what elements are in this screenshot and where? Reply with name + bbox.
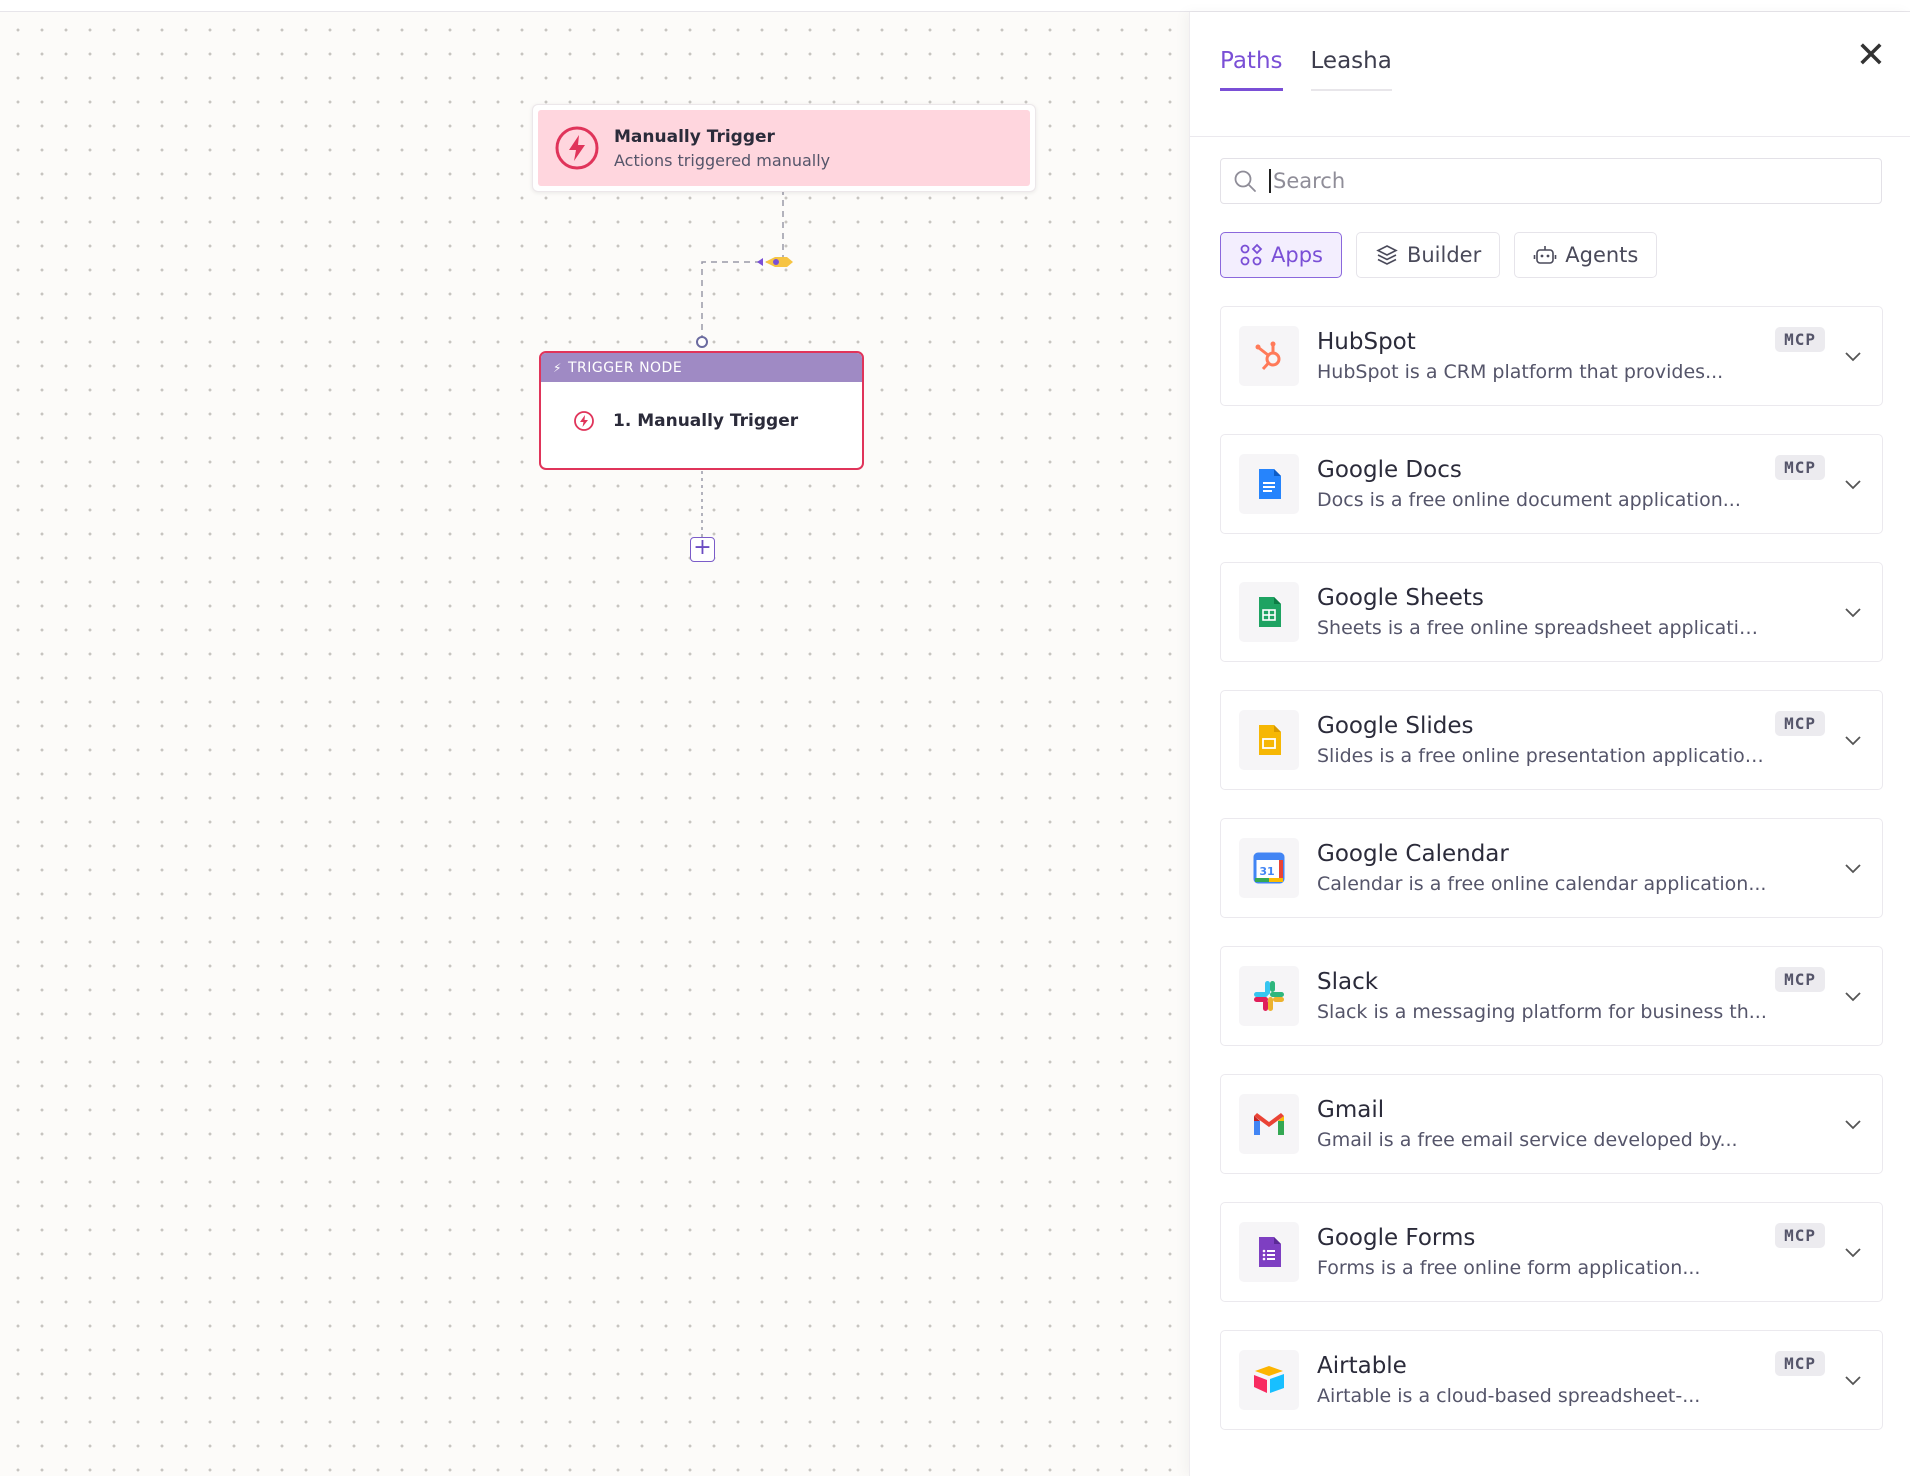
workflow-canvas[interactable]: Manually Trigger Actions triggered manua…	[0, 12, 1189, 1476]
app-item-airtable[interactable]: Airtable Airtable is a cloud-based sprea…	[1220, 1330, 1883, 1430]
app-name: Google Docs	[1317, 457, 1462, 483]
filter-builder-button[interactable]: Builder	[1355, 232, 1501, 278]
trigger-node-header: ⚡ TRIGGER NODE	[541, 353, 862, 382]
search-input[interactable]	[1269, 169, 1829, 193]
lightning-icon	[555, 126, 599, 170]
app-logo	[1239, 1222, 1299, 1282]
app-name: HubSpot	[1317, 329, 1416, 355]
close-button[interactable]: ✕	[1856, 38, 1886, 74]
mcp-badge: MCP	[1775, 327, 1825, 352]
mcp-badge: MCP	[1775, 455, 1825, 480]
apps-icon	[1240, 243, 1263, 266]
robot-icon	[1533, 246, 1557, 264]
gmail-icon	[1254, 1113, 1284, 1135]
google-sheets-icon	[1259, 597, 1281, 627]
app-name: Google Forms	[1317, 1225, 1476, 1251]
app-item-google-slides[interactable]: Google Slides Slides is a free online pr…	[1220, 690, 1883, 790]
filter-agents-label: Agents	[1565, 243, 1639, 267]
mcp-badge: MCP	[1775, 1351, 1825, 1376]
app-name: Google Calendar	[1317, 841, 1509, 867]
app-description: Gmail is a free email service developed …	[1317, 1129, 1738, 1151]
panel-tabs: Paths Leasha	[1220, 48, 1420, 91]
builder-icon	[1376, 245, 1398, 265]
slack-icon	[1254, 981, 1284, 1011]
chevron-down-icon[interactable]	[1844, 1243, 1862, 1261]
app-picker-panel: Paths Leasha ✕ Apps Builder	[1189, 12, 1910, 1476]
manual-trigger-inner: Manually Trigger Actions triggered manua…	[538, 110, 1030, 186]
app-item-google-sheets[interactable]: Google Sheets Sheets is a free online sp…	[1220, 562, 1883, 662]
tab-leasha[interactable]: Leasha	[1310, 48, 1392, 91]
app-logo	[1239, 966, 1299, 1026]
calendar-day-label: 31	[1259, 865, 1274, 878]
search-icon	[1234, 170, 1256, 192]
top-bar	[0, 0, 1910, 12]
app-logo: 31	[1239, 838, 1299, 898]
chevron-down-icon[interactable]	[1844, 347, 1862, 365]
app-item-hubspot[interactable]: HubSpot HubSpot is a CRM platform that p…	[1220, 306, 1883, 406]
chevron-down-icon[interactable]	[1844, 731, 1862, 749]
app-item-google-calendar[interactable]: 31 Google Calendar Calendar is a free on…	[1220, 818, 1883, 918]
manual-trigger-subtitle: Actions triggered manually	[614, 150, 831, 170]
app-name: Slack	[1317, 969, 1379, 995]
app-description: Calendar is a free online calendar appli…	[1317, 873, 1767, 895]
filter-agents-button[interactable]: Agents	[1514, 232, 1658, 278]
mcp-badge: MCP	[1775, 967, 1825, 992]
chevron-down-icon[interactable]	[1844, 603, 1862, 621]
google-calendar-icon: 31	[1253, 852, 1285, 884]
google-forms-icon	[1259, 1237, 1281, 1267]
trigger-node-step-label: 1. Manually Trigger	[613, 411, 799, 431]
app-description: Sheets is a free online spreadsheet appl…	[1317, 617, 1767, 639]
app-logo	[1239, 1094, 1299, 1154]
app-name: Google Slides	[1317, 713, 1474, 739]
google-slides-icon	[1259, 725, 1281, 755]
app-logo	[1239, 326, 1299, 386]
chevron-down-icon[interactable]	[1844, 987, 1862, 1005]
app-name: Airtable	[1317, 1353, 1407, 1379]
google-docs-icon	[1259, 469, 1281, 499]
app-description: HubSpot is a CRM platform that provides.…	[1317, 361, 1724, 383]
mcp-badge: MCP	[1775, 711, 1825, 736]
app-description: Forms is a free online form application.…	[1317, 1257, 1701, 1279]
app-name: Gmail	[1317, 1097, 1385, 1123]
chevron-down-icon[interactable]	[1844, 475, 1862, 493]
trigger-node[interactable]: ⚡ TRIGGER NODE 1. Manually Trigger	[539, 351, 864, 470]
filter-apps-button[interactable]: Apps	[1220, 232, 1342, 278]
filter-apps-label: Apps	[1271, 243, 1323, 267]
manual-trigger-card[interactable]: Manually Trigger Actions triggered manua…	[532, 104, 1036, 192]
app-name: Google Sheets	[1317, 585, 1484, 611]
app-logo	[1239, 454, 1299, 514]
app-description: Airtable is a cloud-based spreadsheet-..…	[1317, 1385, 1701, 1407]
filter-builder-label: Builder	[1406, 243, 1482, 267]
app-description: Slides is a free online presentation app…	[1317, 745, 1767, 767]
rocket-icon	[757, 257, 793, 267]
app-description: Docs is a free online document applicati…	[1317, 489, 1741, 511]
trigger-node-body: 1. Manually Trigger	[541, 382, 862, 432]
app-logo	[1239, 710, 1299, 770]
app-item-gmail[interactable]: Gmail Gmail is a free email service deve…	[1220, 1074, 1883, 1174]
lightning-icon	[574, 411, 594, 431]
app-logo	[1239, 582, 1299, 642]
airtable-icon	[1254, 1366, 1284, 1393]
connection-lines	[696, 180, 793, 537]
trigger-node-header-label: TRIGGER NODE	[567, 359, 683, 376]
chevron-down-icon[interactable]	[1844, 1371, 1862, 1389]
chevron-down-icon[interactable]	[1844, 859, 1862, 877]
mcp-badge: MCP	[1775, 1223, 1825, 1248]
add-step-button[interactable]: +	[690, 537, 715, 562]
app-item-google-docs[interactable]: Google Docs Docs is a free online docume…	[1220, 434, 1883, 534]
manual-trigger-title: Manually Trigger	[614, 126, 775, 147]
chevron-down-icon[interactable]	[1844, 1115, 1862, 1133]
hubspot-icon	[1255, 341, 1281, 371]
tab-paths[interactable]: Paths	[1220, 48, 1283, 91]
bolt-icon: ⚡	[553, 360, 562, 375]
app-list: HubSpot HubSpot is a CRM platform that p…	[1220, 306, 1883, 1458]
app-description: Slack is a messaging platform for busine…	[1317, 1001, 1767, 1023]
app-logo	[1239, 1350, 1299, 1410]
filter-buttons: Apps Builder Agents	[1220, 232, 1671, 278]
app-item-google-forms[interactable]: Google Forms Forms is a free online form…	[1220, 1202, 1883, 1302]
app-item-slack[interactable]: Slack Slack is a messaging platform for …	[1220, 946, 1883, 1046]
search-box[interactable]	[1220, 158, 1882, 204]
panel-divider	[1190, 136, 1910, 137]
